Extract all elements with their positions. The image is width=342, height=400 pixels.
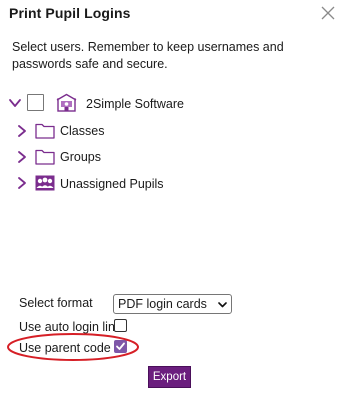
print-pupil-logins-dialog: Print Pupil Logins Select users. Remembe… <box>0 0 342 400</box>
close-icon[interactable] <box>320 5 336 21</box>
checkmark-icon <box>116 342 125 350</box>
auto-login-checkbox[interactable] <box>114 319 127 332</box>
chevron-down-icon[interactable] <box>8 96 22 110</box>
tree-item-unassigned-pupils[interactable]: Unassigned Pupils <box>60 177 164 191</box>
select-format-label: Select format <box>19 296 93 310</box>
parent-code-label: Use parent code <box>19 341 111 355</box>
format-select[interactable]: PDF login cards <box>113 294 232 314</box>
chevron-down-icon <box>218 302 227 308</box>
chevron-right-icon[interactable] <box>15 150 29 164</box>
tree-item-groups[interactable]: Groups <box>60 150 101 164</box>
folder-icon <box>35 123 55 139</box>
root-select-checkbox[interactable] <box>27 94 44 111</box>
tree-root-label[interactable]: 2Simple Software <box>86 97 184 111</box>
school-icon <box>56 93 77 112</box>
parent-code-checkbox[interactable] <box>114 340 127 353</box>
pupils-icon <box>35 175 55 191</box>
chevron-right-icon[interactable] <box>15 124 29 138</box>
instructions-text: Select users. Remember to keep usernames… <box>12 40 284 71</box>
auto-login-label: Use auto login links <box>19 320 128 334</box>
format-select-value: PDF login cards <box>118 297 207 311</box>
chevron-right-icon[interactable] <box>15 176 29 190</box>
folder-icon <box>35 149 55 165</box>
export-button[interactable]: Export <box>148 366 191 388</box>
tree-item-classes[interactable]: Classes <box>60 124 104 138</box>
dialog-title: Print Pupil Logins <box>9 5 131 21</box>
